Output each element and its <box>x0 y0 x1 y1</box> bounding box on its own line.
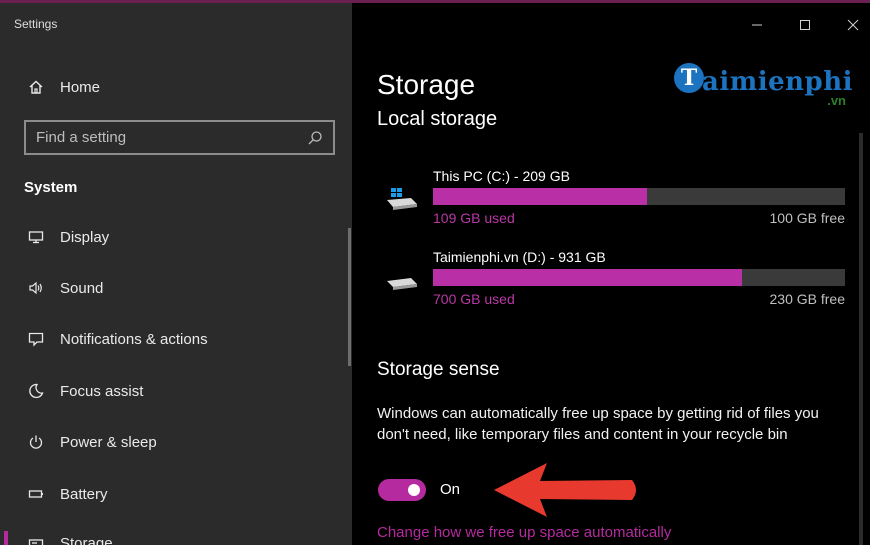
logo-suffix: .vn <box>827 93 846 108</box>
watermark-logo: T aimienphi .vn <box>674 61 853 115</box>
home-icon <box>24 79 48 95</box>
search-field[interactable] <box>24 120 335 155</box>
sidebar-item-notifications[interactable]: Notifications & actions <box>0 317 352 361</box>
drive-used-text: 109 GB used <box>433 210 515 226</box>
sidebar-item-battery[interactable]: Battery <box>0 472 352 516</box>
search-input[interactable] <box>36 129 307 146</box>
toggle-state-label: On <box>440 481 461 498</box>
selected-indicator <box>4 531 8 545</box>
minimize-icon <box>752 24 762 26</box>
section-title-storage-sense: Storage sense <box>377 359 500 380</box>
storage-sense-toggle[interactable] <box>378 479 426 501</box>
drive-free-text: 230 GB free <box>769 291 846 307</box>
close-button[interactable] <box>830 11 870 39</box>
page-title: Storage <box>377 69 476 100</box>
drive-item-d[interactable]: Taimienphi.vn (D:) - 931 GB 700 GB used … <box>377 249 845 321</box>
search-icon <box>307 130 323 146</box>
sidebar-item-display[interactable]: Display <box>0 215 352 259</box>
logo-initial: T <box>674 63 704 93</box>
sidebar-item-label: Power & sleep <box>60 433 157 451</box>
sidebar-item-sound[interactable]: Sound <box>0 266 352 310</box>
storage-sense-description: Windows can automatically free up space … <box>377 405 819 443</box>
sidebar-item-label: Storage <box>60 534 113 545</box>
moon-icon <box>24 383 48 399</box>
sidebar-item-power-sleep[interactable]: Power & sleep <box>0 420 352 464</box>
app-title: Settings <box>14 17 58 31</box>
drive-usage-fill <box>433 188 648 205</box>
sidebar-item-label: Battery <box>60 485 108 503</box>
maximize-button[interactable] <box>782 11 828 39</box>
notification-icon <box>24 331 48 347</box>
power-icon <box>24 434 48 450</box>
speaker-icon <box>24 280 48 296</box>
drive-name: This PC (C:) - 209 GB <box>433 168 570 184</box>
close-icon <box>847 19 859 31</box>
sidebar-item-storage[interactable]: Storage <box>0 521 352 545</box>
section-title-local-storage: Local storage <box>377 108 498 130</box>
red-arrow-annotation <box>494 463 636 517</box>
sidebar-item-label: Focus assist <box>60 382 144 400</box>
sidebar-item-focus-assist[interactable]: Focus assist <box>0 369 352 413</box>
main-pane: Storage T aimienphi .vn Local storage Th… <box>352 3 870 545</box>
minimize-button[interactable] <box>734 11 780 39</box>
monitor-icon <box>24 229 48 245</box>
sidebar-scrollbar[interactable] <box>348 228 351 366</box>
settings-window: Settings Home System Display Sound <box>0 0 870 545</box>
section-label-system: System <box>24 179 78 196</box>
storage-icon <box>24 535 48 545</box>
drive-free-text: 100 GB free <box>769 210 846 226</box>
maximize-icon <box>800 20 810 30</box>
drive-usage-bar <box>433 269 845 286</box>
drive-usage-fill <box>433 269 742 286</box>
drive-used-text: 700 GB used <box>433 291 515 307</box>
change-free-space-link[interactable]: Change how we free up space automaticall… <box>377 524 671 541</box>
windows-drive-icon <box>385 186 419 212</box>
sidebar-item-home[interactable]: Home <box>0 65 352 109</box>
drive-item-c[interactable]: This PC (C:) - 209 GB 109 GB used 100 GB… <box>377 168 845 240</box>
sidebar: Settings Home System Display Sound <box>0 3 352 545</box>
drive-usage-bar <box>433 188 845 205</box>
toggle-knob <box>408 484 420 496</box>
sidebar-item-label: Sound <box>60 279 104 297</box>
main-scrollbar[interactable] <box>859 133 863 545</box>
drive-name: Taimienphi.vn (D:) - 931 GB <box>433 249 606 265</box>
sidebar-item-label: Notifications & actions <box>60 330 208 348</box>
battery-icon <box>24 486 48 502</box>
drive-icon <box>385 267 419 293</box>
sidebar-item-label: Home <box>60 78 101 96</box>
sidebar-item-label: Display <box>60 228 110 246</box>
